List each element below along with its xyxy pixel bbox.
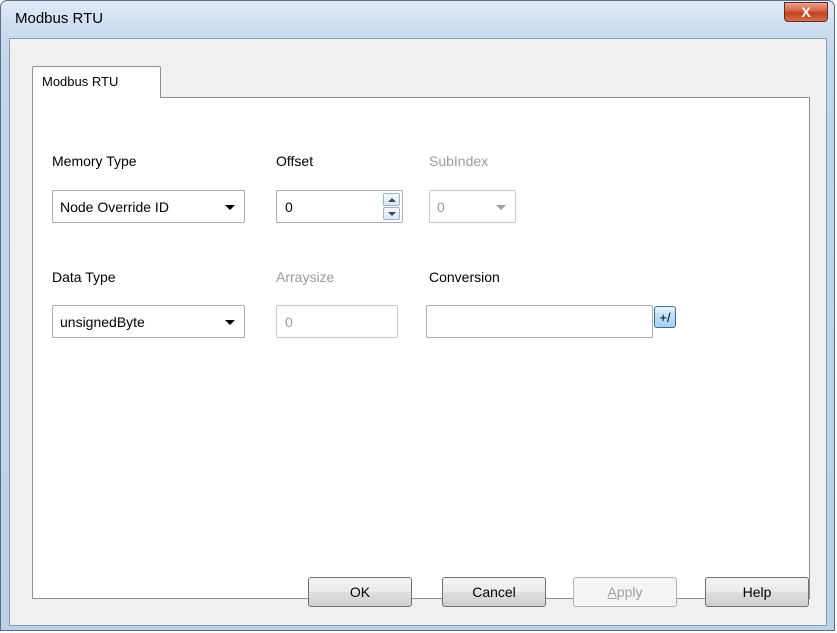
offset-value: 0: [285, 199, 293, 215]
close-button[interactable]: X: [784, 2, 828, 22]
memory-type-label: Memory Type: [52, 153, 137, 169]
dialog-window: Modbus RTU X Modbus RTU Memory Type Offs…: [0, 0, 835, 631]
title-bar[interactable]: Modbus RTU X: [1, 1, 834, 35]
close-icon: X: [801, 4, 811, 20]
offset-spinner[interactable]: 0: [276, 190, 403, 223]
data-type-label: Data Type: [52, 269, 116, 285]
dialog-client-area: Modbus RTU Memory Type Offset SubIndex N…: [9, 38, 827, 626]
arraysize-value: 0: [285, 314, 293, 330]
window-title: Modbus RTU: [15, 10, 104, 27]
conversion-edit-button[interactable]: +/: [654, 306, 676, 328]
arrow-up-icon: [387, 197, 396, 202]
help-button[interactable]: Help: [705, 577, 809, 607]
conversion-input[interactable]: [426, 305, 653, 338]
apply-button-label: pply: [616, 584, 643, 600]
spin-down-button[interactable]: [383, 207, 400, 220]
offset-label: Offset: [276, 153, 314, 169]
tab-panel: [32, 97, 810, 599]
chevron-down-icon: [225, 320, 235, 325]
data-type-select[interactable]: unsignedByte: [52, 305, 245, 338]
ok-button[interactable]: OK: [308, 577, 412, 607]
cancel-button-label: Cancel: [472, 584, 516, 600]
subindex-value: 0: [437, 199, 445, 215]
memory-type-select[interactable]: Node Override ID: [52, 190, 245, 223]
memory-type-value: Node Override ID: [60, 199, 169, 215]
arrow-down-icon: [387, 211, 396, 216]
chevron-down-icon: [225, 205, 235, 210]
cancel-button[interactable]: Cancel: [442, 577, 546, 607]
apply-button[interactable]: Apply: [573, 577, 677, 607]
chevron-down-icon: [496, 205, 506, 210]
ok-button-label: OK: [349, 584, 371, 600]
subindex-label: SubIndex: [429, 153, 489, 169]
tab-modbus-rtu[interactable]: Modbus RTU: [32, 66, 161, 98]
arraysize-input[interactable]: 0: [276, 305, 398, 338]
help-button-label: Help: [742, 584, 772, 600]
data-type-value: unsignedByte: [60, 314, 145, 330]
subindex-select[interactable]: 0: [429, 190, 516, 223]
conversion-button-label: +/: [659, 309, 671, 325]
spin-up-button[interactable]: [383, 193, 400, 206]
tab-label: Modbus RTU: [42, 74, 119, 89]
arraysize-label: Arraysize: [276, 269, 335, 285]
conversion-label: Conversion: [429, 269, 500, 285]
apply-accelerator: A: [607, 584, 617, 600]
